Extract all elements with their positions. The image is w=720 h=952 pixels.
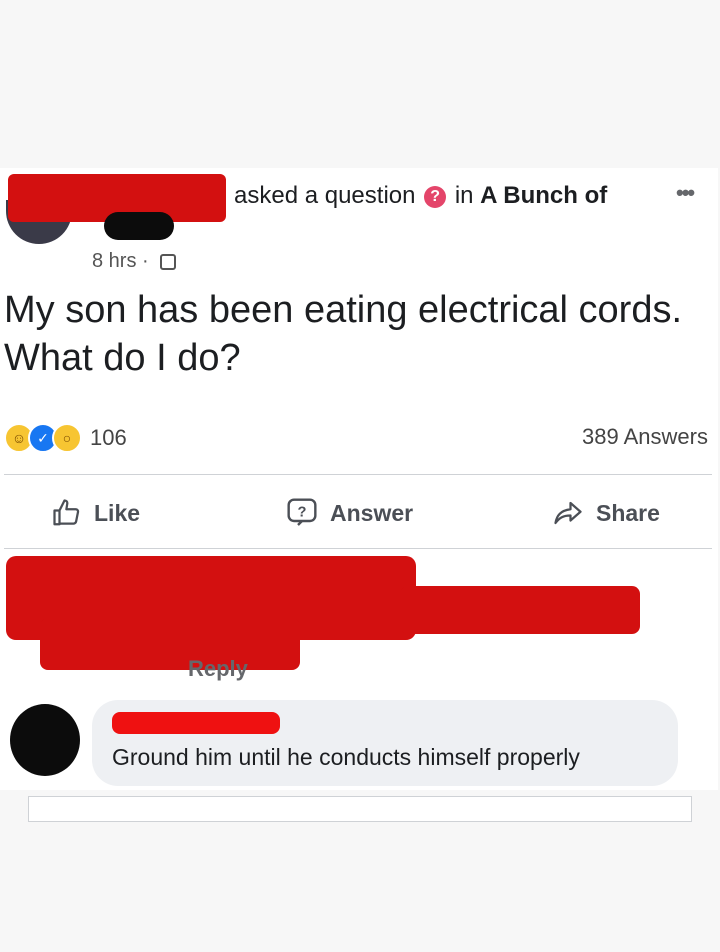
question-text: My son has been eating electrical cords.… [4,289,683,379]
commenter-name-redaction [112,712,280,734]
reactions-summary[interactable]: ☺ ✓ ○ 106 [4,423,127,453]
answer-input-box[interactable] [28,796,692,822]
svg-text:?: ? [298,504,307,520]
reply-link[interactable]: Reply [188,656,248,682]
group-visibility-icon [160,254,177,270]
meta-separator: · [142,250,149,272]
post-header: asked a question ? in A Bunch of [234,182,607,210]
question-bubble-icon: ? [287,498,317,526]
comment-redaction-lower [40,618,300,670]
post-meta: 8 hrs · [92,250,177,273]
group-prefix: in [454,182,474,209]
answer-button[interactable]: ? Answer [284,496,413,530]
share-label: Share [596,499,660,526]
commenter-avatar[interactable] [10,704,80,776]
timestamp[interactable]: 8 hrs [92,250,136,272]
comment-text: Ground him until he conducts himself pro… [112,744,580,770]
reaction-count: 106 [90,425,127,450]
group-name-link[interactable]: A Bunch of [480,182,607,209]
question-badge-icon: ? [424,186,447,208]
answer-label: Answer [330,499,414,526]
answers-count[interactable]: 389 Answers [582,424,708,450]
divider-top [4,474,712,475]
wow-reaction-icon: ○ [52,423,82,453]
like-label: Like [94,499,141,526]
divider-bottom [4,548,712,549]
share-arrow-icon [554,501,582,525]
share-button[interactable]: Share [550,496,660,530]
thumbs-up-icon [53,499,80,526]
comment-redaction-right [400,586,640,634]
action-text: asked a question [234,182,416,209]
author-name-redaction-blob [104,212,174,240]
like-button[interactable]: Like [50,496,140,530]
more-options-icon[interactable]: ••• [676,180,695,206]
